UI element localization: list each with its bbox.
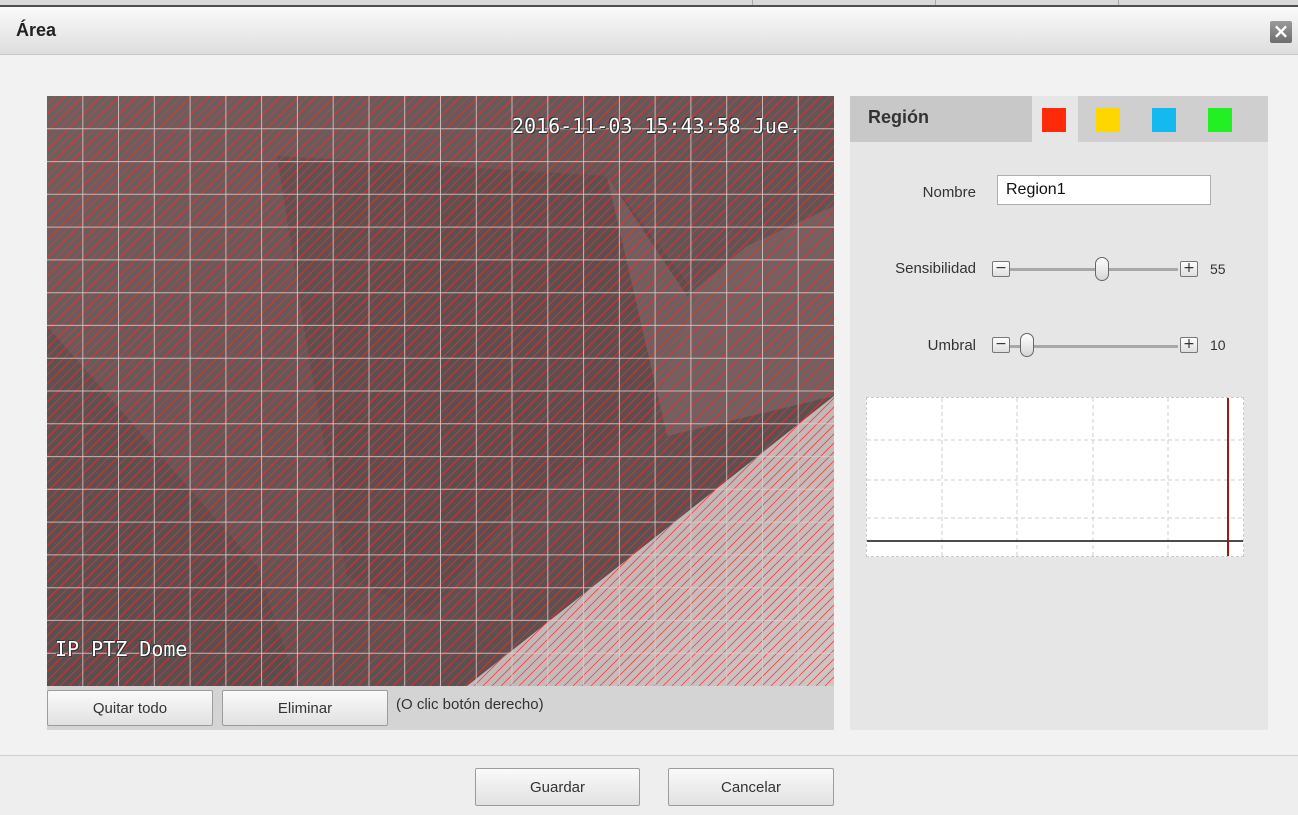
dialog-titlebar: Área × bbox=[0, 7, 1298, 55]
top-separator bbox=[1118, 0, 1119, 5]
clear-all-button[interactable]: Quitar todo bbox=[47, 690, 213, 726]
sensitivity-slider-thumb[interactable] bbox=[1095, 257, 1110, 281]
region-name-input[interactable] bbox=[997, 175, 1211, 205]
delete-button[interactable]: Eliminar bbox=[222, 690, 388, 726]
sensitivity-plus-button[interactable]: + bbox=[1180, 261, 1198, 277]
threshold-minus-button[interactable]: − bbox=[992, 337, 1010, 353]
region-color-cyan[interactable] bbox=[1152, 108, 1176, 132]
threshold-plus-button[interactable]: + bbox=[1180, 337, 1198, 353]
region-color-red[interactable] bbox=[1042, 108, 1066, 132]
dialog-title: Área bbox=[16, 20, 57, 40]
threshold-slider-track[interactable] bbox=[1010, 345, 1178, 348]
region-tab-label: Región bbox=[868, 107, 929, 127]
region-tab: Región bbox=[850, 96, 1032, 142]
threshold-value: 10 bbox=[1210, 337, 1226, 353]
osd-camera-name: IP PTZ Dome bbox=[55, 637, 188, 661]
cancel-button[interactable]: Cancelar bbox=[668, 768, 834, 806]
save-button[interactable]: Guardar bbox=[475, 768, 640, 806]
motion-graph-canvas bbox=[867, 398, 1243, 556]
name-label: Nombre bbox=[922, 184, 976, 201]
threshold-slider-thumb[interactable] bbox=[1019, 333, 1034, 357]
top-separator bbox=[752, 0, 753, 5]
graph-gridlines bbox=[867, 398, 1243, 556]
osd-timestamp: 2016-11-03 15:43:58 Jue. bbox=[512, 114, 801, 138]
video-preview[interactable]: 2016-11-03 15:43:58 Jue. IP PTZ Dome bbox=[47, 96, 834, 686]
region-color-yellow[interactable] bbox=[1096, 108, 1120, 132]
sensitivity-minus-button[interactable]: − bbox=[992, 261, 1010, 277]
sensitivity-slider-track[interactable] bbox=[1010, 268, 1178, 271]
video-scene bbox=[47, 96, 834, 686]
dialog-footer bbox=[0, 756, 1298, 815]
top-separator bbox=[935, 0, 936, 5]
sensitivity-label: Sensibilidad bbox=[895, 260, 976, 277]
close-icon[interactable]: × bbox=[1270, 21, 1292, 43]
sensitivity-value: 55 bbox=[1210, 261, 1226, 277]
threshold-label: Umbral bbox=[927, 337, 976, 354]
motion-graph bbox=[866, 397, 1244, 557]
region-color-green[interactable] bbox=[1208, 108, 1232, 132]
top-strip bbox=[0, 0, 1298, 7]
right-click-hint: (O clic botón derecho) bbox=[396, 696, 544, 713]
